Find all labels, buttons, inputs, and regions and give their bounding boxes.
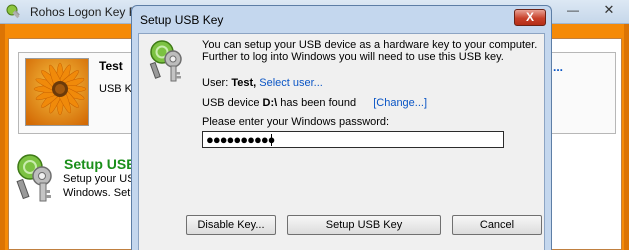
- usb-key-icon: [148, 39, 190, 83]
- setup-description-line2: Windows. Setu: [63, 187, 137, 199]
- password-mask: ●●●●●●●●●●: [206, 132, 276, 147]
- setup-usb-heading[interactable]: Setup USB: [64, 156, 136, 172]
- intro-line2: Further to log into Windows you will nee…: [202, 51, 504, 63]
- cancel-button[interactable]: Cancel: [452, 215, 542, 235]
- change-device-link[interactable]: [Change...]: [373, 97, 427, 109]
- user-line: User: Test, Select user...: [202, 77, 323, 89]
- disable-key-button[interactable]: Disable Key...: [186, 215, 276, 235]
- device-path: D:\: [262, 97, 278, 109]
- minimize-button[interactable]: —: [560, 2, 586, 20]
- password-label: Please enter your Windows password:: [202, 116, 390, 128]
- user-label: User:: [202, 77, 229, 89]
- user-name: Test,: [231, 77, 257, 89]
- user-photo: [25, 58, 89, 126]
- main-window-title: Rohos Logon Key FR: [30, 5, 145, 19]
- user-options-link[interactable]: ...: [553, 60, 563, 74]
- password-input[interactable]: ●●●●●●●●●●: [202, 131, 504, 148]
- select-user-link[interactable]: Select user...: [259, 77, 323, 89]
- user-name: Test: [99, 59, 123, 73]
- rohos-key-icon: [6, 4, 22, 20]
- device-label: USB device: [202, 97, 260, 109]
- text-caret: [271, 134, 272, 146]
- dialog-title: Setup USB Key: [140, 13, 224, 27]
- intro-line1: You can setup your USB device as a hardw…: [202, 39, 538, 51]
- usb-key-icon: [16, 154, 60, 204]
- dialog-content: You can setup your USB device as a hardw…: [138, 33, 545, 250]
- dialog-close-button[interactable]: X: [514, 9, 546, 26]
- setup-usb-key-dialog: Setup USB Key X You can setup your USB d…: [131, 5, 552, 250]
- setup-usb-key-button[interactable]: Setup USB Key: [287, 215, 441, 235]
- device-status: has been found: [280, 97, 357, 109]
- device-line: USB device D:\ has been found [Change...…: [202, 97, 427, 109]
- close-button[interactable]: ✕: [596, 2, 622, 20]
